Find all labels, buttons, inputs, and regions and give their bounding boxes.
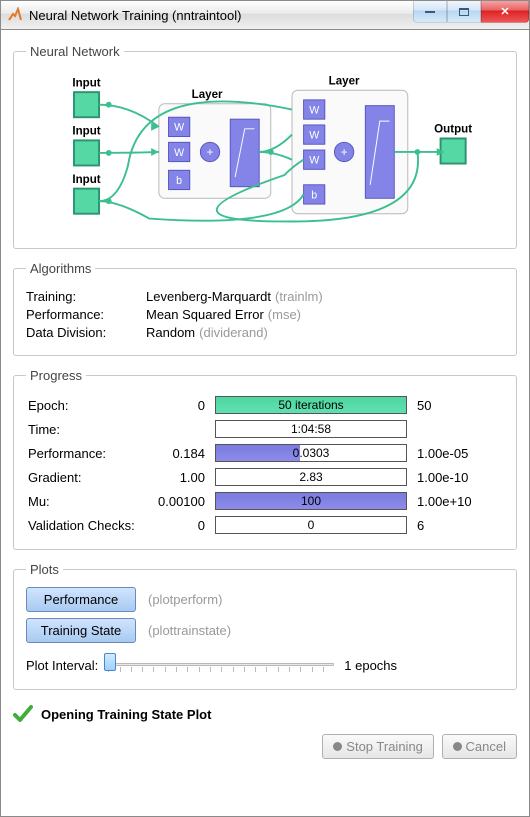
val-start: 0 <box>156 513 213 537</box>
maximize-button[interactable] <box>447 1 481 23</box>
epoch-start: 0 <box>156 393 213 417</box>
svg-text:W: W <box>309 129 319 141</box>
performance-value: Mean Squared Error <box>146 307 264 322</box>
plot-performance-func: (plotperform) <box>148 592 222 607</box>
status-row: Opening Training State Plot <box>13 704 517 724</box>
time-start <box>156 417 213 441</box>
performance-func: (mse) <box>268 307 301 322</box>
svg-text:W: W <box>309 104 319 116</box>
grad-label: Gradient: <box>26 465 156 489</box>
val-bar: 0 <box>215 516 407 534</box>
window-title: Neural Network Training (nntraintool) <box>29 8 241 23</box>
svg-text:+: + <box>341 147 348 159</box>
training-func: (trainlm) <box>275 289 323 304</box>
plots-group: Plots Performance (plotperform) Training… <box>13 562 517 690</box>
maximize-icon <box>459 8 469 16</box>
grad-end: 1.00e-10 <box>409 465 504 489</box>
plot-interval-label: Plot Interval: <box>26 658 98 673</box>
time-bar: 1:04:58 <box>215 420 407 438</box>
slider-thumb[interactable] <box>104 653 116 671</box>
progress-row-validation: Validation Checks: 0 0 6 <box>26 513 504 537</box>
training-value: Levenberg-Marquardt <box>146 289 271 304</box>
check-icon <box>13 704 33 724</box>
status-text: Opening Training State Plot <box>41 707 211 722</box>
svg-text:Input: Input <box>72 126 100 138</box>
progress-row-gradient: Gradient: 1.00 2.83 1.00e-10 <box>26 465 504 489</box>
mu-label: Mu: <box>26 489 156 513</box>
algorithms-group: Algorithms Training: Levenberg-Marquardt… <box>13 261 517 356</box>
algorithm-row-performance: Performance: Mean Squared Error (mse) <box>26 307 504 322</box>
grad-bar: 2.83 <box>215 468 407 486</box>
svg-text:Layer: Layer <box>329 75 360 87</box>
window-body: Neural Network Input Input Input Layer W… <box>0 30 530 817</box>
network-group: Neural Network Input Input Input Layer W… <box>13 44 517 249</box>
training-label: Training: <box>26 289 146 304</box>
close-button[interactable]: ✕ <box>481 1 529 23</box>
svg-text:Input: Input <box>72 77 100 89</box>
epoch-end: 50 <box>409 393 504 417</box>
svg-text:W: W <box>174 147 184 159</box>
performance-label: Performance: <box>26 307 146 322</box>
svg-text:b: b <box>176 175 182 187</box>
close-icon: ✕ <box>500 5 509 18</box>
svg-text:Layer: Layer <box>192 89 223 101</box>
algorithm-row-training: Training: Levenberg-Marquardt (trainlm) <box>26 289 504 304</box>
mu-start: 0.00100 <box>156 489 213 513</box>
titlebar: Neural Network Training (nntraintool) ✕ <box>0 0 530 30</box>
progress-legend: Progress <box>26 368 86 383</box>
perf-start: 0.184 <box>156 441 213 465</box>
progress-row-mu: Mu: 0.00100 100 1.00e+10 <box>26 489 504 513</box>
network-legend: Neural Network <box>26 44 124 59</box>
division-func: (dividerand) <box>199 325 268 340</box>
grad-start: 1.00 <box>156 465 213 489</box>
perf-label: Performance: <box>26 441 156 465</box>
epoch-bar: 50 iterations <box>215 396 407 414</box>
svg-text:b: b <box>311 189 317 201</box>
time-end <box>409 417 504 441</box>
plot-interval-value: 1 epochs <box>344 658 397 673</box>
plots-legend: Plots <box>26 562 63 577</box>
progress-row-epoch: Epoch: 0 50 iterations 50 <box>26 393 504 417</box>
progress-row-performance: Performance: 0.184 0.0303 1.00e-05 <box>26 441 504 465</box>
val-label: Validation Checks: <box>26 513 156 537</box>
cancel-icon <box>453 742 462 751</box>
stop-icon <box>333 742 342 751</box>
svg-text:Output: Output <box>434 124 472 136</box>
progress-row-time: Time: 1:04:58 <box>26 417 504 441</box>
svg-text:Input: Input <box>72 174 100 186</box>
minimize-icon <box>425 10 435 13</box>
matlab-icon <box>7 7 23 23</box>
minimize-button[interactable] <box>413 1 447 23</box>
plot-training-state-button[interactable]: Training State <box>26 618 136 643</box>
svg-text:W: W <box>309 155 319 167</box>
perf-end: 1.00e-05 <box>409 441 504 465</box>
time-label: Time: <box>26 417 156 441</box>
mu-end: 1.00e+10 <box>409 489 504 513</box>
val-end: 6 <box>409 513 504 537</box>
svg-text:W: W <box>174 122 184 134</box>
progress-group: Progress Epoch: 0 50 iterations 50 Time:… <box>13 368 517 550</box>
division-value: Random <box>146 325 195 340</box>
mu-bar: 100 <box>215 492 407 510</box>
epoch-label: Epoch: <box>26 393 156 417</box>
algorithm-row-division: Data Division: Random (dividerand) <box>26 325 504 340</box>
algorithms-legend: Algorithms <box>26 261 95 276</box>
plot-performance-button[interactable]: Performance <box>26 587 136 612</box>
stop-training-button[interactable]: Stop Training <box>322 734 434 759</box>
plot-interval-slider[interactable] <box>106 653 336 677</box>
cancel-button[interactable]: Cancel <box>442 734 517 759</box>
division-label: Data Division: <box>26 325 146 340</box>
plot-training-state-func: (plottrainstate) <box>148 623 231 638</box>
perf-bar: 0.0303 <box>215 444 407 462</box>
svg-text:+: + <box>207 147 214 159</box>
network-diagram: Input Input Input Layer W W b + Layer W <box>26 69 504 233</box>
